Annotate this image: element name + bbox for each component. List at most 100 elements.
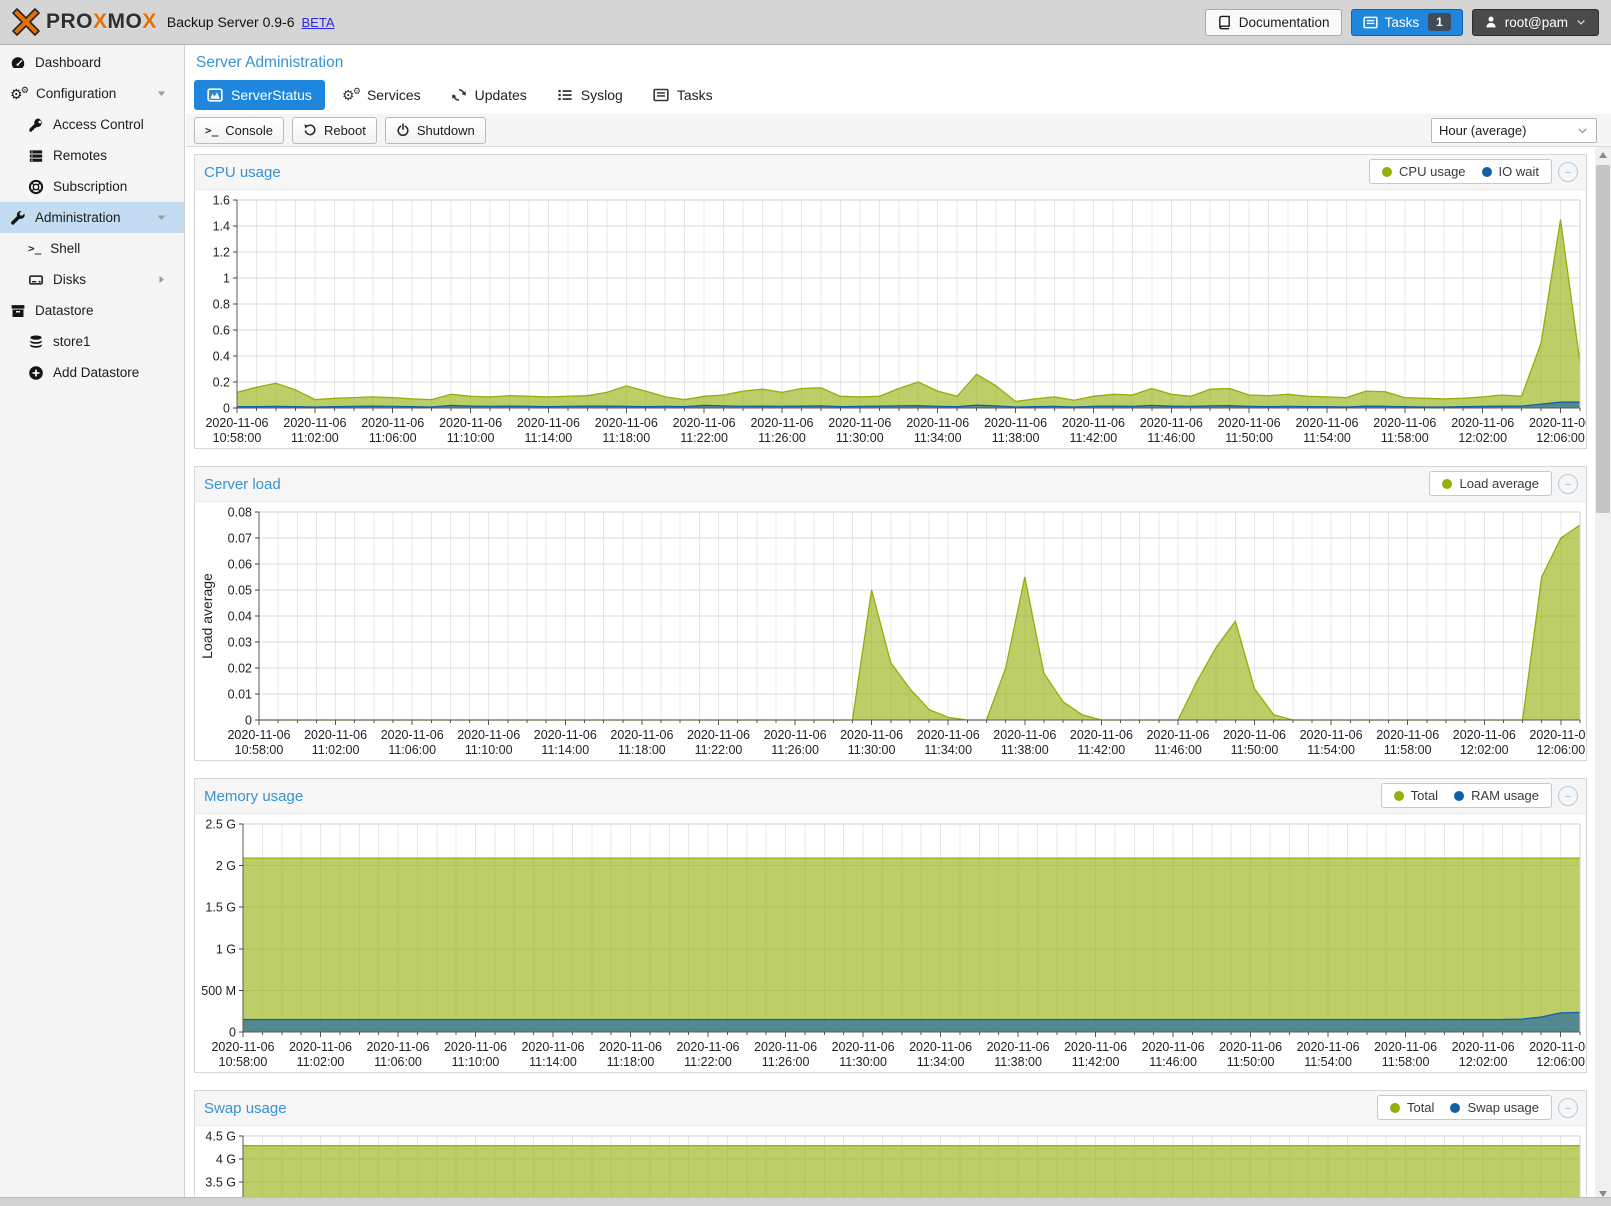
svg-text:2020-11-06: 2020-11-06 — [1529, 728, 1586, 742]
svg-text:2020-11-06: 2020-11-06 — [211, 1040, 274, 1054]
proxmox-logo: PROXMOX — [10, 6, 157, 38]
legend-item-swap-usage[interactable]: Swap usage — [1450, 1100, 1539, 1115]
documentation-button[interactable]: Documentation — [1205, 9, 1342, 36]
svg-text:10:58:00: 10:58:00 — [235, 743, 284, 757]
svg-text:2020-11-06: 2020-11-06 — [754, 1040, 817, 1054]
user-menu-button[interactable]: root@pam — [1472, 9, 1599, 36]
svg-text:2020-11-06: 2020-11-06 — [534, 728, 597, 742]
sidebar-item-administration[interactable]: Administration — [0, 202, 184, 233]
tab-label: Services — [367, 87, 421, 103]
svg-text:11:26:00: 11:26:00 — [758, 431, 806, 445]
svg-text:2020-11-06: 2020-11-06 — [361, 416, 424, 430]
svg-text:2020-11-06: 2020-11-06 — [1374, 1040, 1437, 1054]
sidebar-item-add-datastore[interactable]: Add Datastore — [0, 357, 184, 388]
sidebar-item-remotes[interactable]: Remotes — [0, 140, 184, 171]
archive-icon — [10, 303, 26, 319]
sidebar-item-configuration[interactable]: ⚙⚙Configuration — [0, 78, 184, 109]
main-content: Server Administration ServerStatus⚙⚙Serv… — [186, 45, 1611, 1206]
svg-text:2020-11-06: 2020-11-06 — [909, 1040, 972, 1054]
sidebar-item-shell[interactable]: >_Shell — [0, 233, 184, 264]
svg-text:11:46:00: 11:46:00 — [1149, 1055, 1197, 1069]
action-toolbar: >_ Console Reboot Shutdown Hour (average… — [186, 114, 1611, 147]
reboot-button[interactable]: Reboot — [292, 117, 377, 144]
svg-text:2020-11-06: 2020-11-06 — [993, 728, 1056, 742]
svg-text:11:18:00: 11:18:00 — [618, 743, 666, 757]
svg-text:11:22:00: 11:22:00 — [695, 743, 743, 757]
svg-text:2.5 G: 2.5 G — [205, 818, 236, 832]
svg-text:0.8: 0.8 — [213, 298, 230, 312]
beta-link[interactable]: BETA — [302, 15, 335, 30]
vertical-scrollbar — [1595, 147, 1611, 1202]
reboot-label: Reboot — [324, 123, 366, 138]
svg-text:3.5 G: 3.5 G — [205, 1176, 236, 1190]
svg-text:2020-11-06: 2020-11-06 — [1529, 416, 1586, 430]
svg-text:11:58:00: 11:58:00 — [1381, 431, 1429, 445]
tab-serverstatus[interactable]: ServerStatus — [194, 80, 325, 110]
svg-text:0.6: 0.6 — [213, 324, 230, 338]
server-load-panel: Server load Load average − 00.010.020.03… — [194, 466, 1587, 761]
sidebar-item-subscription[interactable]: Subscription — [0, 171, 184, 202]
svg-text:11:26:00: 11:26:00 — [771, 743, 819, 757]
svg-text:2020-11-06: 2020-11-06 — [289, 1040, 352, 1054]
svg-text:0.07: 0.07 — [228, 532, 252, 546]
svg-text:11:38:00: 11:38:00 — [994, 1055, 1042, 1069]
svg-text:2 G: 2 G — [216, 859, 236, 873]
svg-text:2020-11-06: 2020-11-06 — [1451, 416, 1514, 430]
tab-label: ServerStatus — [231, 87, 312, 103]
legend-item-load-average[interactable]: Load average — [1442, 476, 1539, 491]
panel-title: Swap usage — [204, 1100, 287, 1117]
svg-text:1.4: 1.4 — [213, 220, 230, 234]
svg-text:0.02: 0.02 — [228, 662, 252, 676]
legend-item-ram-usage[interactable]: RAM usage — [1454, 788, 1539, 803]
sidebar-item-label: Remotes — [53, 148, 107, 163]
svg-text:12:02:00: 12:02:00 — [1460, 743, 1509, 757]
svg-text:11:38:00: 11:38:00 — [992, 431, 1040, 445]
svg-text:0.05: 0.05 — [228, 584, 252, 598]
svg-text:11:22:00: 11:22:00 — [680, 431, 728, 445]
svg-text:11:58:00: 11:58:00 — [1384, 743, 1432, 757]
svg-text:2020-11-06: 2020-11-06 — [906, 416, 969, 430]
sidebar-item-disks[interactable]: Disks — [0, 264, 184, 295]
panel-collapse-button[interactable]: − — [1558, 474, 1578, 494]
tasks-button[interactable]: Tasks 1 — [1351, 9, 1463, 36]
scroll-up-button[interactable] — [1595, 147, 1611, 163]
tab-syslog[interactable]: Syslog — [544, 80, 636, 110]
cpu-usage-panel: CPU usage CPU usageIO wait − 00.20.40.60… — [194, 154, 1587, 449]
sidebar-item-dashboard[interactable]: Dashboard — [0, 47, 184, 78]
svg-text:2020-11-06: 2020-11-06 — [283, 416, 346, 430]
legend-dot — [1442, 479, 1452, 489]
cpu-usage-chart: 00.20.40.60.811.21.41.62020-11-0610:58:0… — [195, 190, 1586, 448]
documentation-label: Documentation — [1239, 15, 1330, 30]
sidebar-item-access-control[interactable]: Access Control — [0, 109, 184, 140]
svg-text:2020-11-06: 2020-11-06 — [1300, 728, 1363, 742]
svg-text:11:30:00: 11:30:00 — [836, 431, 884, 445]
panel-collapse-button[interactable]: − — [1558, 786, 1578, 806]
sidebar-item-datastore[interactable]: Datastore — [0, 295, 184, 326]
expander-caret-right-icon[interactable] — [155, 273, 168, 286]
svg-text:11:42:00: 11:42:00 — [1078, 743, 1126, 757]
legend-item-total[interactable]: Total — [1394, 788, 1438, 803]
legend-item-total[interactable]: Total — [1390, 1100, 1434, 1115]
shutdown-button[interactable]: Shutdown — [385, 117, 486, 144]
scrollbar-thumb[interactable] — [1596, 165, 1610, 513]
svg-text:11:34:00: 11:34:00 — [914, 431, 962, 445]
legend-item-io-wait[interactable]: IO wait — [1482, 164, 1539, 179]
sidebar-item-store1[interactable]: store1 — [0, 326, 184, 357]
expander-caret-down-icon[interactable] — [155, 87, 168, 100]
tab-services[interactable]: ⚙⚙Services — [329, 80, 434, 110]
svg-text:11:42:00: 11:42:00 — [1070, 431, 1118, 445]
svg-text:11:14:00: 11:14:00 — [541, 743, 589, 757]
time-range-select[interactable]: Hour (average) — [1431, 118, 1597, 143]
chevron-down-icon — [1576, 124, 1589, 137]
svg-text:11:14:00: 11:14:00 — [529, 1055, 577, 1069]
expander-caret-down-icon[interactable] — [155, 211, 168, 224]
svg-text:2020-11-06: 2020-11-06 — [1070, 728, 1133, 742]
tab-updates[interactable]: Updates — [438, 80, 540, 110]
tab-tasks[interactable]: Tasks — [640, 80, 726, 110]
svg-text:11:02:00: 11:02:00 — [291, 431, 339, 445]
console-button[interactable]: >_ Console — [194, 117, 284, 144]
svg-text:12:02:00: 12:02:00 — [1459, 1055, 1508, 1069]
legend-item-cpu-usage[interactable]: CPU usage — [1382, 164, 1465, 179]
panel-collapse-button[interactable]: − — [1558, 162, 1578, 182]
panel-collapse-button[interactable]: − — [1558, 1098, 1578, 1118]
